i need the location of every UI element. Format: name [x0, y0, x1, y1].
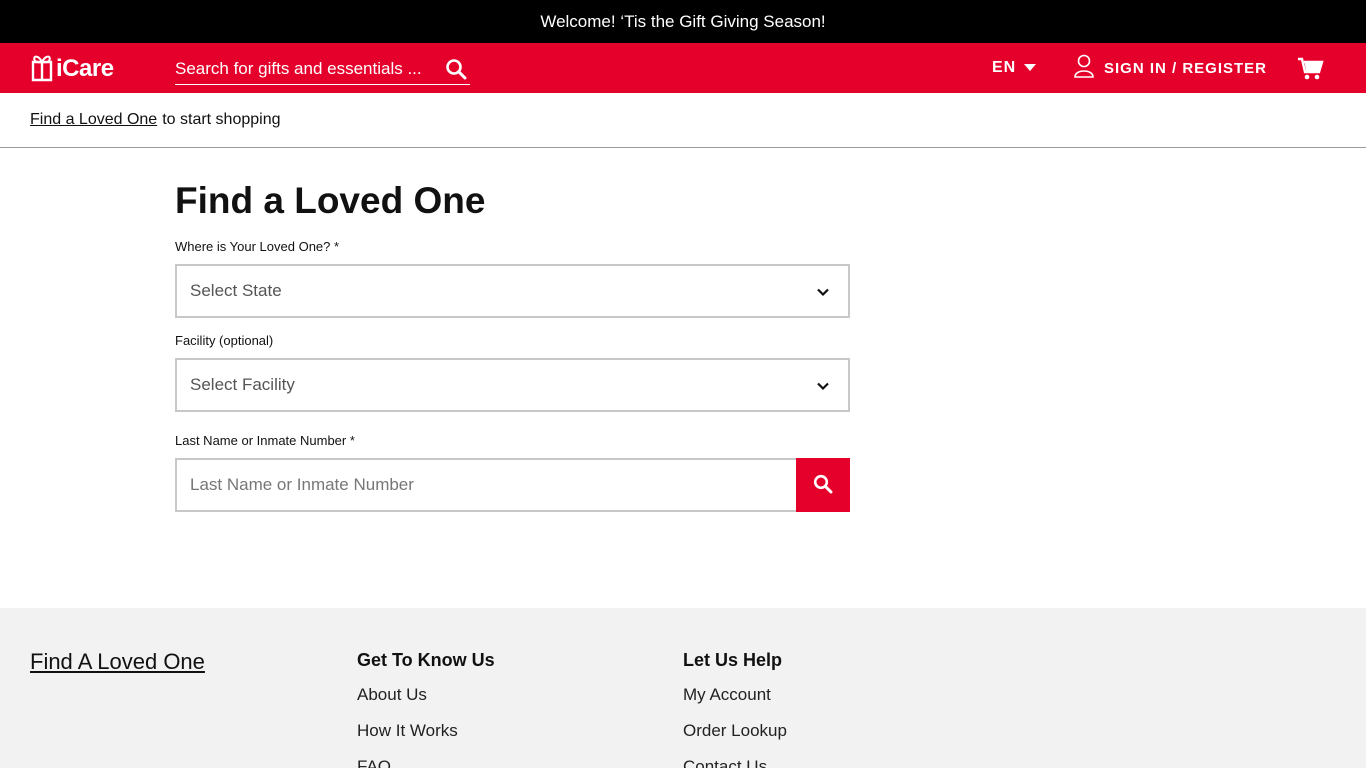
footer-link-order-lookup[interactable]: Order Lookup — [683, 721, 787, 757]
site-header: iCare EN SIGN IN / REGISTER — [0, 43, 1366, 93]
logo-text: iCare — [56, 55, 114, 82]
footer-link-about-us[interactable]: About Us — [357, 685, 495, 721]
footer-heading: Let Us Help — [683, 650, 783, 670]
cart-icon — [1298, 57, 1324, 85]
footer-link-my-account[interactable]: My Account — [683, 685, 787, 721]
footer-column-let-us-help: Let Us Help My Account Order Lookup Cont… — [683, 650, 787, 768]
shopping-prompt-bar: Find a Loved One to start shopping — [0, 93, 1366, 148]
facility-select-value: Select Facility — [190, 375, 295, 394]
sign-in-register-link[interactable]: SIGN IN / REGISTER — [1074, 54, 1268, 82]
footer-heading: Get To Know Us — [357, 650, 495, 670]
footer-link-how-it-works[interactable]: How It Works — [357, 721, 495, 757]
name-or-inmate-number-input[interactable] — [175, 458, 797, 512]
footer-find-loved-one-link[interactable]: Find A Loved One — [30, 649, 205, 675]
cart-button[interactable] — [1298, 57, 1324, 81]
header-search-button[interactable] — [444, 58, 468, 82]
facility-select[interactable]: Select Facility — [175, 358, 850, 412]
sign-in-label: SIGN IN / REGISTER — [1104, 59, 1268, 77]
find-loved-one-link[interactable]: Find a Loved One — [30, 111, 157, 129]
name-label: Last Name or Inmate Number * — [175, 433, 355, 448]
search-icon — [445, 59, 467, 83]
page-title: Find a Loved One — [175, 180, 486, 221]
footer-column-get-to-know-us: Get To Know Us About Us How It Works FAQ — [357, 650, 495, 768]
header-search-input[interactable] — [175, 55, 435, 83]
find-search-button[interactable] — [796, 458, 850, 512]
chevron-down-icon — [816, 284, 830, 298]
promo-text: Welcome! ‘Tis the Gift Giving Season! — [540, 11, 826, 31]
gift-logo-icon — [30, 52, 54, 87]
state-label: Where is Your Loved One? * — [175, 239, 340, 254]
caret-down-icon — [1024, 59, 1037, 77]
language-selector[interactable]: EN — [992, 57, 1037, 79]
site-footer: Find A Loved One Get To Know Us About Us… — [0, 608, 1366, 768]
header-search — [175, 55, 470, 85]
search-icon — [813, 474, 833, 497]
footer-link-contact-us[interactable]: Contact Us — [683, 757, 787, 768]
facility-label: Facility (optional) — [175, 333, 274, 348]
chevron-down-icon — [816, 378, 830, 392]
shopping-prompt-text: to start shopping — [162, 111, 281, 128]
promo-banner: Welcome! ‘Tis the Gift Giving Season! — [0, 0, 1366, 43]
language-label: EN — [992, 59, 1017, 76]
state-select[interactable]: Select State — [175, 264, 850, 318]
user-icon — [1074, 54, 1094, 82]
state-select-value: Select State — [190, 281, 282, 300]
footer-link-faq[interactable]: FAQ — [357, 757, 495, 768]
logo[interactable]: iCare — [30, 53, 114, 85]
